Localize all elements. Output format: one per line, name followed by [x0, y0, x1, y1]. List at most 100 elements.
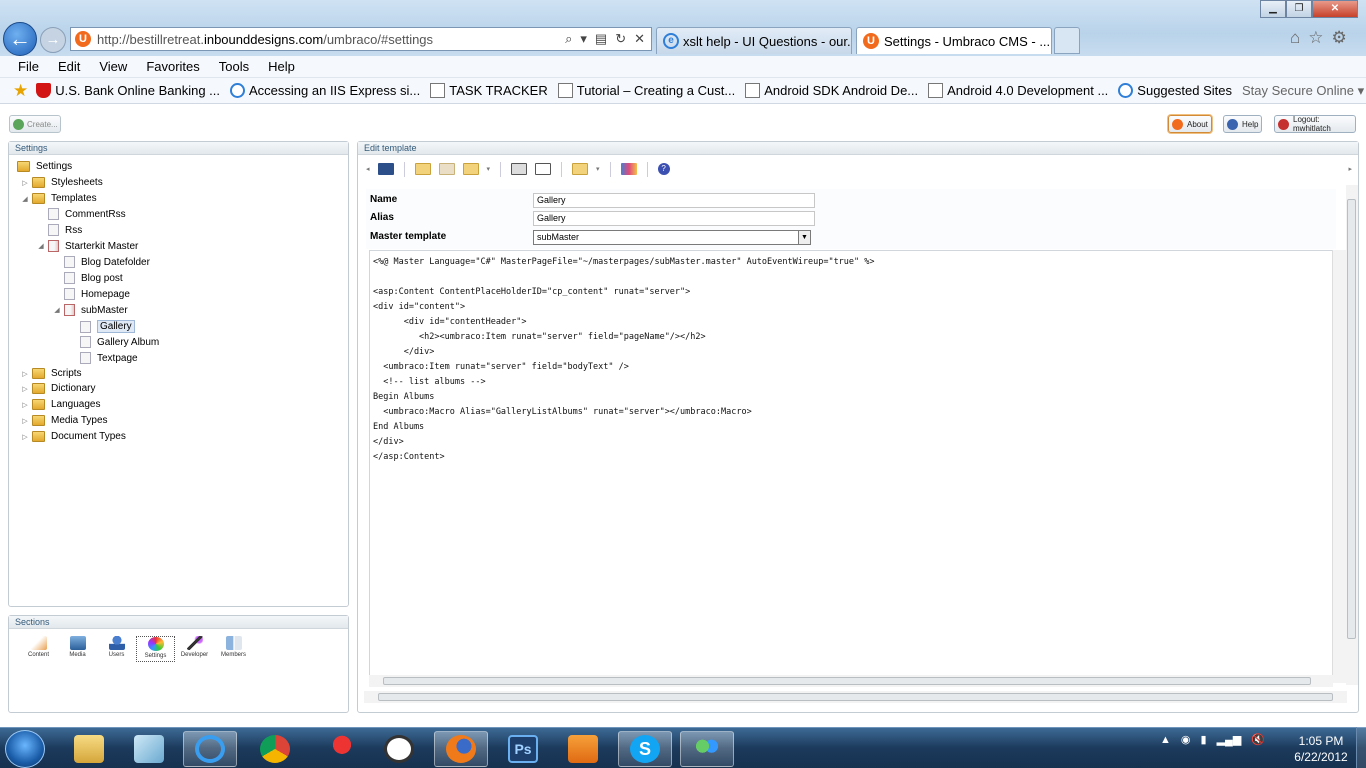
- favorite-link[interactable]: Android 4.0 Development ...: [928, 83, 1108, 98]
- favorite-link[interactable]: Stay Secure Online ▾: [1242, 83, 1364, 99]
- favorite-link[interactable]: Accessing an IIS Express si...: [230, 83, 420, 98]
- signal-icon[interactable]: ▂▄▆: [1217, 733, 1242, 746]
- expand-icon[interactable]: ▷: [21, 401, 29, 409]
- address-url[interactable]: http://bestillretreat.inbounddesigns.com…: [97, 32, 565, 47]
- show-desktop-button[interactable]: [1356, 727, 1366, 768]
- tree-node-textpage[interactable]: Textpage: [80, 352, 138, 364]
- tree-node-templates[interactable]: ◢ Templates: [21, 193, 97, 204]
- menu-tools[interactable]: Tools: [219, 59, 249, 74]
- taskbar-internet-explorer[interactable]: [183, 731, 237, 767]
- refresh-icon[interactable]: ↻: [615, 31, 626, 47]
- new-tab-button[interactable]: [1054, 27, 1080, 54]
- address-bar[interactable]: U http://bestillretreat.inbounddesigns.c…: [70, 27, 652, 51]
- snippet-icon[interactable]: [572, 163, 589, 175]
- insert-placeholder-icon[interactable]: [438, 163, 455, 175]
- scroll-thumb[interactable]: [1347, 199, 1356, 639]
- stop-icon[interactable]: ✕: [634, 31, 645, 47]
- scroll-left-icon[interactable]: ◂: [366, 165, 370, 173]
- minimize-button[interactable]: ▁: [1260, 0, 1286, 18]
- taskbar-firefox[interactable]: [434, 731, 488, 767]
- taskbar-pin-app[interactable]: [312, 731, 366, 767]
- taskbar-skype[interactable]: S: [618, 731, 672, 767]
- volume-muted-icon[interactable]: 🔇: [1251, 733, 1265, 746]
- expand-icon[interactable]: ▷: [21, 433, 29, 441]
- favorites-star-icon[interactable]: ☆: [1308, 28, 1323, 48]
- menu-edit[interactable]: Edit: [58, 59, 80, 74]
- tab-settings-umbraco[interactable]: U Settings - Umbraco CMS - ... ✕: [856, 27, 1052, 54]
- show-hidden-icons[interactable]: ▲: [1160, 734, 1171, 746]
- chevron-down-icon[interactable]: ▾: [596, 165, 600, 173]
- template-code[interactable]: <%@ Master Language="C#" MasterPageFile=…: [373, 255, 875, 465]
- favorite-link[interactable]: Suggested Sites: [1118, 83, 1232, 98]
- compat-view-icon[interactable]: ▤: [595, 31, 607, 47]
- alias-field[interactable]: Gallery: [533, 211, 815, 226]
- menu-view[interactable]: View: [99, 59, 127, 74]
- expand-icon[interactable]: ▷: [21, 417, 29, 425]
- tree-node-submaster[interactable]: ◢ subMaster: [53, 304, 128, 316]
- collapse-icon[interactable]: ◢: [21, 195, 29, 203]
- section-users[interactable]: Users: [97, 636, 136, 662]
- tree-node-blog-datefolder[interactable]: Blog Datefolder: [64, 256, 150, 268]
- collapse-icon[interactable]: ◢: [53, 306, 61, 314]
- tree-node-stylesheets[interactable]: ▷ Stylesheets: [21, 177, 103, 188]
- panel-vertical-scrollbar[interactable]: [1346, 185, 1358, 685]
- taskbar-photoshop[interactable]: Ps: [496, 731, 550, 767]
- tree-node-media-types[interactable]: ▷ Media Types: [21, 415, 108, 426]
- close-tab-icon[interactable]: ✕: [1050, 33, 1051, 49]
- code-horizontal-scrollbar[interactable]: [369, 675, 1333, 687]
- favorite-link[interactable]: TASK TRACKER: [430, 83, 548, 98]
- tree-node-document-types[interactable]: ▷ Document Types: [21, 431, 126, 442]
- back-button[interactable]: ←: [3, 22, 37, 56]
- code-vertical-scrollbar[interactable]: [1332, 250, 1346, 683]
- forward-button[interactable]: →: [40, 27, 66, 53]
- chevron-down-icon[interactable]: ▾: [487, 165, 491, 173]
- create-button[interactable]: Create...: [9, 115, 61, 133]
- section-settings[interactable]: Settings: [136, 636, 175, 662]
- menu-help[interactable]: Help: [268, 59, 295, 74]
- favorite-link[interactable]: Tutorial – Creating a Cust...: [557, 83, 735, 98]
- tree-node-scripts[interactable]: ▷ Scripts: [21, 368, 82, 379]
- menu-favorites[interactable]: Favorites: [146, 59, 199, 74]
- expand-icon[interactable]: ▷: [21, 179, 29, 187]
- close-window-button[interactable]: ✕: [1312, 0, 1358, 18]
- template-code-editor[interactable]: <%@ Master Language="C#" MasterPageFile=…: [369, 250, 1346, 683]
- save-icon[interactable]: [377, 163, 394, 175]
- tree-node-gallery[interactable]: Gallery: [80, 320, 135, 333]
- tree-node-languages[interactable]: ▷ Languages: [21, 399, 101, 410]
- tree-node-settings[interactable]: Settings: [17, 161, 72, 172]
- chevron-down-icon[interactable]: ▼: [798, 231, 810, 244]
- logout-button[interactable]: Logout: mwhitlatch: [1274, 115, 1356, 133]
- security-icon[interactable]: ◉: [1181, 733, 1191, 746]
- insert-macro-icon[interactable]: [462, 163, 479, 175]
- home-icon[interactable]: ⌂: [1290, 28, 1300, 48]
- favorite-link[interactable]: Android SDK Android De...: [745, 83, 918, 98]
- tree-node-gallery-album[interactable]: Gallery Album: [80, 336, 159, 348]
- section-media[interactable]: Media: [58, 636, 97, 662]
- taskbar-clock[interactable]: 1:05 PM 6/22/2012: [1290, 733, 1352, 765]
- favorite-link[interactable]: U.S. Bank Online Banking ...: [36, 83, 220, 98]
- tree-node-starterkit-master[interactable]: ◢ Starterkit Master: [37, 240, 138, 252]
- section-members[interactable]: Members: [214, 636, 253, 662]
- tree-node-blog-post[interactable]: Blog post: [64, 272, 123, 284]
- help-icon[interactable]: ?: [657, 163, 670, 175]
- color-icon[interactable]: [620, 163, 637, 175]
- taskbar-notepad[interactable]: [122, 731, 176, 767]
- help-button[interactable]: Help: [1223, 115, 1262, 133]
- menu-file[interactable]: File: [18, 59, 39, 74]
- collapse-icon[interactable]: ◢: [37, 242, 45, 250]
- gear-icon[interactable]: ⚙: [1332, 28, 1347, 48]
- dictionary-icon[interactable]: [511, 163, 528, 175]
- taskbar-media-player[interactable]: [556, 731, 610, 767]
- tab-xslt-help[interactable]: e xslt help - UI Questions - our.u...: [656, 27, 852, 54]
- about-button[interactable]: About: [1168, 115, 1212, 133]
- tree-node-commentrss[interactable]: CommentRss: [48, 208, 126, 220]
- favorites-icon[interactable]: ★: [13, 81, 28, 100]
- maximize-button[interactable]: ❐: [1286, 0, 1312, 18]
- tree-node-dictionary[interactable]: ▷ Dictionary: [21, 383, 95, 394]
- scroll-right-icon[interactable]: ▸: [1348, 165, 1352, 173]
- tree-node-homepage[interactable]: Homepage: [64, 288, 130, 300]
- scroll-thumb[interactable]: [378, 693, 1333, 701]
- panel-horizontal-scrollbar[interactable]: [364, 691, 1347, 703]
- search-icon[interactable]: ⌕: [565, 31, 572, 47]
- section-developer[interactable]: Developer: [175, 636, 214, 662]
